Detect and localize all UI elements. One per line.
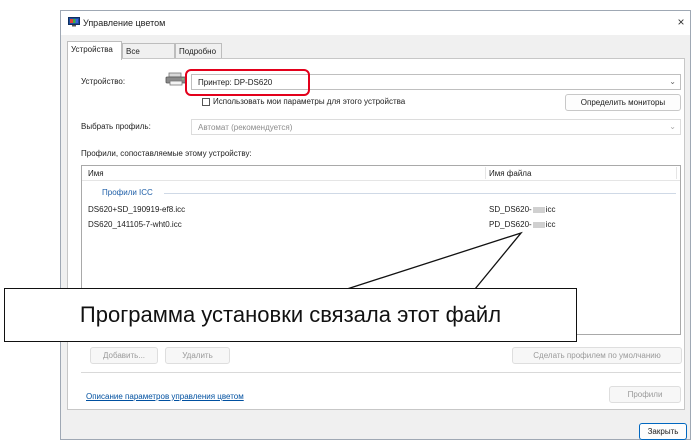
close-icon[interactable]: × xyxy=(674,13,688,31)
tab-all-profiles[interactable]: Все профили xyxy=(122,43,175,71)
add-button[interactable]: Добавить... xyxy=(90,347,158,364)
color-settings-help-link[interactable]: Описание параметров управления цветом xyxy=(86,392,244,401)
use-my-settings-checkbox[interactable] xyxy=(202,98,210,106)
group-divider xyxy=(164,193,676,194)
close-button[interactable]: Закрыть xyxy=(639,423,687,440)
tab-devices[interactable]: Устройства xyxy=(67,41,122,60)
group-icc-profiles: Профили ICC xyxy=(102,188,153,197)
color-management-icon xyxy=(68,17,80,27)
set-default-button[interactable]: Сделать профилем по умолчанию xyxy=(512,347,682,364)
window-title: Управление цветом xyxy=(83,18,166,28)
profiles-list-heading: Профили, сопоставляемые этому устройству… xyxy=(81,149,252,158)
devices-panel: Устройство: Принтер: DP-DS620 ⌄ Использо… xyxy=(67,58,685,410)
profile-filename: PD_DS620- icc xyxy=(489,220,556,229)
color-management-window: Управление цветом × Устройства Все профи… xyxy=(60,10,691,440)
list-item[interactable]: DS620_141105-7-wht0.icc PD_DS620- icc xyxy=(82,218,680,230)
profile-name: DS620_141105-7-wht0.icc xyxy=(88,220,182,229)
title-bar: Управление цветом × xyxy=(61,11,690,35)
profile-select[interactable]: Автомат (рекомендуется) ⌄ xyxy=(191,119,681,135)
divider xyxy=(81,372,681,373)
profile-filename: SD_DS620- icc xyxy=(489,205,556,214)
column-separator xyxy=(676,167,677,179)
column-header-filename[interactable]: Имя файла xyxy=(489,169,531,178)
chevron-down-icon: ⌄ xyxy=(669,122,676,131)
select-profile-label: Выбрать профиль: xyxy=(81,122,151,131)
profile-name: DS620+SD_190919-ef8.icc xyxy=(88,205,186,214)
profiles-button[interactable]: Профили xyxy=(609,386,681,403)
use-my-settings-label: Использовать мои параметры для этого уст… xyxy=(213,97,406,106)
redacted-mark xyxy=(532,206,545,213)
redacted-mark xyxy=(532,221,545,228)
column-header-name[interactable]: Имя xyxy=(88,169,104,178)
tab-advanced[interactable]: Подробно xyxy=(175,43,222,58)
device-label: Устройство: xyxy=(81,77,126,86)
profile-select-value: Автомат (рекомендуется) xyxy=(198,123,293,132)
column-separator xyxy=(485,167,486,179)
remove-button[interactable]: Удалить xyxy=(165,347,230,364)
list-header: Имя Имя файла xyxy=(82,166,680,181)
device-highlight-outline xyxy=(185,69,310,96)
list-item[interactable]: DS620+SD_190919-ef8.icc SD_DS620- icc xyxy=(82,203,680,215)
identify-monitors-button[interactable]: Определить мониторы xyxy=(565,94,681,111)
callout-note: Программа установки связала этот файл xyxy=(4,288,577,342)
chevron-down-icon: ⌄ xyxy=(669,77,676,86)
